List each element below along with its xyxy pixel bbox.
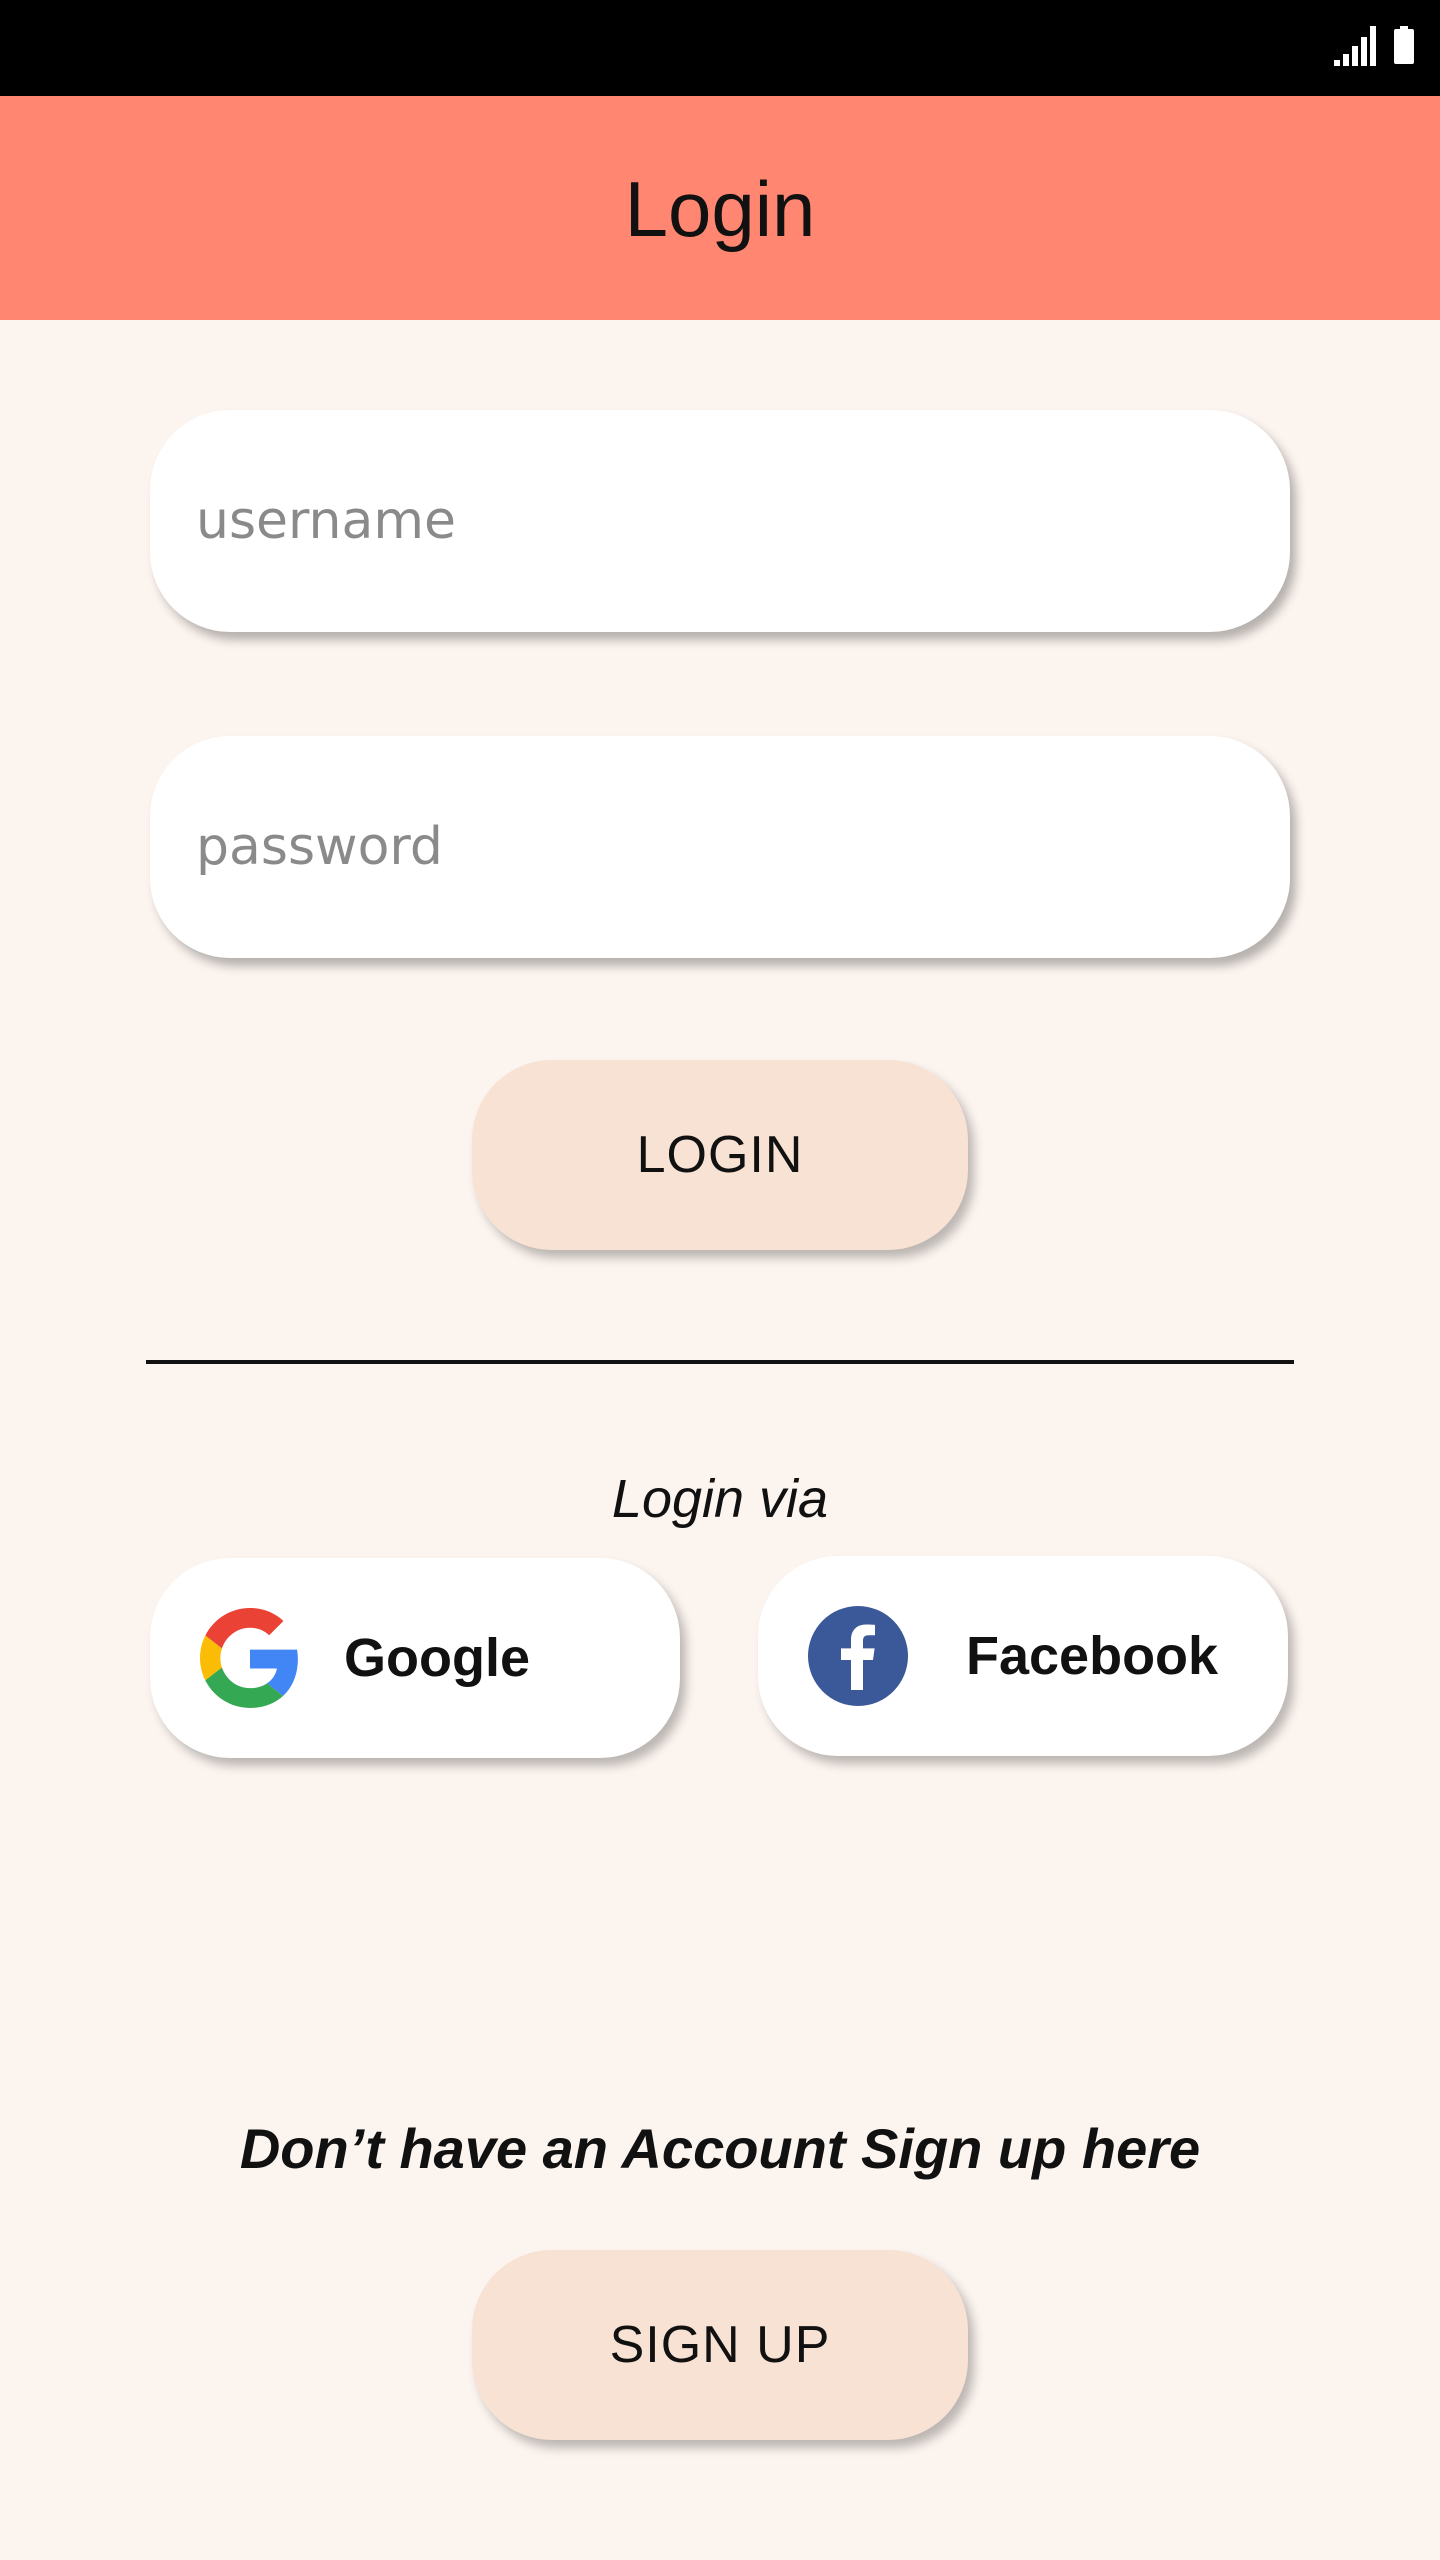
divider [146, 1360, 1294, 1364]
login-screen: Login LOGIN Login via Google Facebook Do… [0, 0, 1440, 2560]
facebook-login-button[interactable]: Facebook [758, 1556, 1288, 1756]
facebook-logo-icon [808, 1606, 908, 1706]
google-login-button[interactable]: Google [150, 1558, 680, 1758]
status-bar [0, 0, 1440, 96]
login-via-heading: Login via [611, 1469, 829, 1529]
app-bar: Login [0, 96, 1440, 320]
username-field-container [150, 410, 1290, 632]
password-field-container [150, 736, 1290, 958]
google-logo-icon [200, 1608, 298, 1708]
signup-button[interactable]: SIGN UP [472, 2250, 968, 2440]
username-input[interactable] [150, 410, 1290, 632]
page-title: Login [624, 164, 816, 253]
password-input[interactable] [150, 736, 1290, 958]
login-button[interactable]: LOGIN [472, 1060, 968, 1250]
battery-icon [1394, 26, 1414, 64]
signal-icon [1334, 26, 1376, 66]
signup-prompt: Don’t have an Account Sign up here [239, 2117, 1201, 2180]
google-label: Google [344, 1628, 530, 1688]
facebook-label: Facebook [966, 1626, 1219, 1686]
